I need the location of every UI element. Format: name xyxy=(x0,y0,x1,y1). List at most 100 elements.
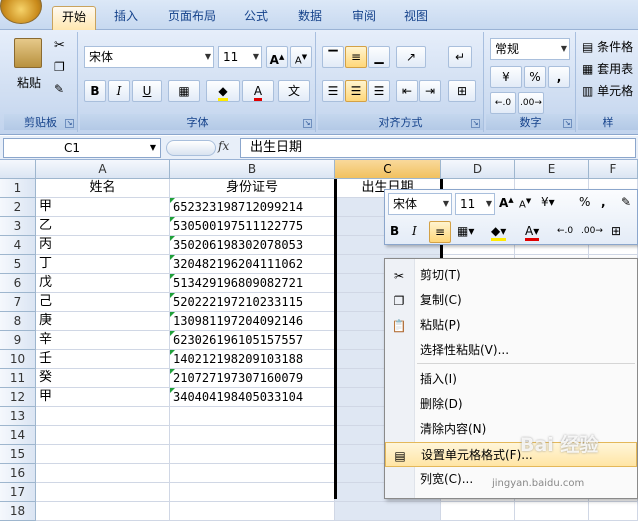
row-header[interactable]: 17 xyxy=(0,483,36,502)
grid-cell[interactable] xyxy=(36,464,170,483)
conditional-format-button[interactable]: ▤ 条件格 xyxy=(582,38,633,55)
mini-font-size[interactable]: 11 ▼ xyxy=(455,193,495,215)
increase-decimal-button[interactable]: ←.0 xyxy=(490,92,516,114)
cell-styles-button[interactable]: ▥ 单元格 xyxy=(582,82,633,99)
mini-bold-button[interactable]: B xyxy=(390,224,399,238)
insert-function-icon[interactable]: fx xyxy=(218,139,229,153)
grid-cell[interactable]: 己 xyxy=(36,293,170,312)
grid-cell[interactable]: 340404198405033104 xyxy=(170,388,335,407)
format-as-table-button[interactable]: ▦ 套用表 xyxy=(582,60,633,77)
mini-grow-font-icon[interactable]: A▲ xyxy=(499,196,514,210)
align-top-button[interactable]: ▔ xyxy=(322,46,344,68)
mini-font-name[interactable]: 宋体 ▼ xyxy=(388,193,452,215)
row-header[interactable]: 9 xyxy=(0,331,36,350)
menu-item[interactable]: 选择性粘贴(V)... xyxy=(385,338,637,363)
menu-item[interactable]: 删除(D) xyxy=(385,392,637,417)
currency-button[interactable]: ¥ xyxy=(490,66,522,88)
decrease-indent-button[interactable]: ⇤ xyxy=(396,80,418,102)
grid-cell[interactable] xyxy=(170,407,335,426)
cut-icon[interactable]: ✂ xyxy=(54,38,65,53)
grid-cell[interactable] xyxy=(335,502,441,521)
grid-cell[interactable]: 姓名 xyxy=(36,179,170,198)
decrease-decimal-button[interactable]: .00→ xyxy=(518,92,544,114)
select-all-corner[interactable] xyxy=(0,160,36,179)
wrap-text-button[interactable]: ↵ xyxy=(448,46,472,68)
grid-cell[interactable] xyxy=(36,426,170,445)
mini-decrease-decimal-icon[interactable]: .00→ xyxy=(581,226,603,236)
menu-item[interactable]: 📋 粘贴(P) xyxy=(385,313,637,338)
mini-comma-button[interactable]: , xyxy=(601,195,606,209)
italic-button[interactable]: I xyxy=(108,80,130,102)
menu-item[interactable]: ✂ 剪切(T) xyxy=(385,263,637,288)
row-header[interactable]: 1 xyxy=(0,179,36,198)
bold-button[interactable]: B xyxy=(84,80,106,102)
number-expand-icon[interactable]: ↘ xyxy=(563,119,572,128)
mini-currency-icon[interactable]: ¥▾ xyxy=(541,195,555,209)
font-name-combo[interactable]: 宋体 ▼ xyxy=(84,46,214,68)
grid-cell[interactable]: 辛 xyxy=(36,331,170,350)
tab-view[interactable]: 视图 xyxy=(396,6,436,30)
mini-increase-decimal-icon[interactable]: ←.0 xyxy=(557,226,573,236)
column-header-d[interactable]: D xyxy=(441,160,515,179)
grid-cell[interactable]: 623026196105157557 xyxy=(170,331,335,350)
grid-cell[interactable]: 庚 xyxy=(36,312,170,331)
grid-cell[interactable]: 140212198209103188 xyxy=(170,350,335,369)
grid-cell[interactable]: 530500197511122775 xyxy=(170,217,335,236)
formula-input[interactable]: 出生日期 xyxy=(240,138,636,158)
row-header[interactable]: 10 xyxy=(0,350,36,369)
alignment-expand-icon[interactable]: ↘ xyxy=(471,119,480,128)
grid-cell[interactable]: 513429196809082721 xyxy=(170,274,335,293)
grid-cell[interactable]: 350206198302078053 xyxy=(170,236,335,255)
row-header[interactable]: 16 xyxy=(0,464,36,483)
grid-cell[interactable]: 320482196204111062 xyxy=(170,255,335,274)
column-header-c[interactable]: C xyxy=(335,160,441,179)
increase-indent-button[interactable]: ⇥ xyxy=(419,80,441,102)
tab-insert[interactable]: 插入 xyxy=(106,6,146,30)
align-middle-button[interactable]: ≡ xyxy=(345,46,367,68)
mini-italic-button[interactable]: I xyxy=(412,224,417,238)
mini-font-color-icon[interactable]: A▾ xyxy=(525,224,540,241)
underline-button[interactable]: U xyxy=(132,80,162,102)
shrink-font-button[interactable]: A▼ xyxy=(290,46,312,68)
grid-cell[interactable] xyxy=(36,445,170,464)
fill-color-button[interactable]: ◆ xyxy=(206,80,240,102)
grid-cell[interactable] xyxy=(441,502,515,521)
row-header[interactable]: 13 xyxy=(0,407,36,426)
column-header-b[interactable]: B xyxy=(170,160,335,179)
tab-page-layout[interactable]: 页面布局 xyxy=(158,6,226,30)
menu-item[interactable]: ❐ 复制(C) xyxy=(385,288,637,313)
row-header[interactable]: 3 xyxy=(0,217,36,236)
font-color-button[interactable]: A xyxy=(242,80,274,102)
grid-cell[interactable] xyxy=(170,483,335,502)
menu-item[interactable]: ▤ 设置单元格格式(F)... xyxy=(385,442,637,467)
merge-center-button[interactable]: ⊞ xyxy=(448,80,476,102)
mini-format-painter-icon[interactable]: ✎ xyxy=(621,195,631,209)
mini-percent-button[interactable]: % xyxy=(579,195,590,209)
align-bottom-button[interactable]: ▁ xyxy=(368,46,390,68)
grid-cell[interactable]: 壬 xyxy=(36,350,170,369)
font-expand-icon[interactable]: ↘ xyxy=(303,119,312,128)
grid-cell[interactable] xyxy=(36,502,170,521)
align-center-button[interactable]: ☰ xyxy=(345,80,367,102)
grid-cell[interactable]: 丁 xyxy=(36,255,170,274)
grid-cell[interactable]: 身份证号 xyxy=(170,179,335,198)
row-header[interactable]: 7 xyxy=(0,293,36,312)
grid-cell[interactable] xyxy=(170,502,335,521)
name-box[interactable]: C1 ▼ xyxy=(3,138,161,158)
mini-border-icon[interactable]: ▦▾ xyxy=(457,224,474,238)
row-header[interactable]: 5 xyxy=(0,255,36,274)
clipboard-expand-icon[interactable]: ↘ xyxy=(65,119,74,128)
grid-cell[interactable]: 520222197210233115 xyxy=(170,293,335,312)
align-left-button[interactable]: ☰ xyxy=(322,80,344,102)
tab-home[interactable]: 开始 xyxy=(52,6,96,30)
phonetic-button[interactable]: 文 xyxy=(278,80,310,102)
mini-merge-icon[interactable]: ⊞ xyxy=(611,224,621,238)
row-header[interactable]: 14 xyxy=(0,426,36,445)
number-format-combo[interactable]: 常规 ▼ xyxy=(490,38,570,60)
grid-cell[interactable] xyxy=(36,483,170,502)
tab-data[interactable]: 数据 xyxy=(288,6,332,30)
row-header[interactable]: 6 xyxy=(0,274,36,293)
column-header-a[interactable]: A xyxy=(36,160,170,179)
orientation-button[interactable]: ↗ xyxy=(396,46,426,68)
formula-splitter-icon[interactable] xyxy=(166,140,216,156)
